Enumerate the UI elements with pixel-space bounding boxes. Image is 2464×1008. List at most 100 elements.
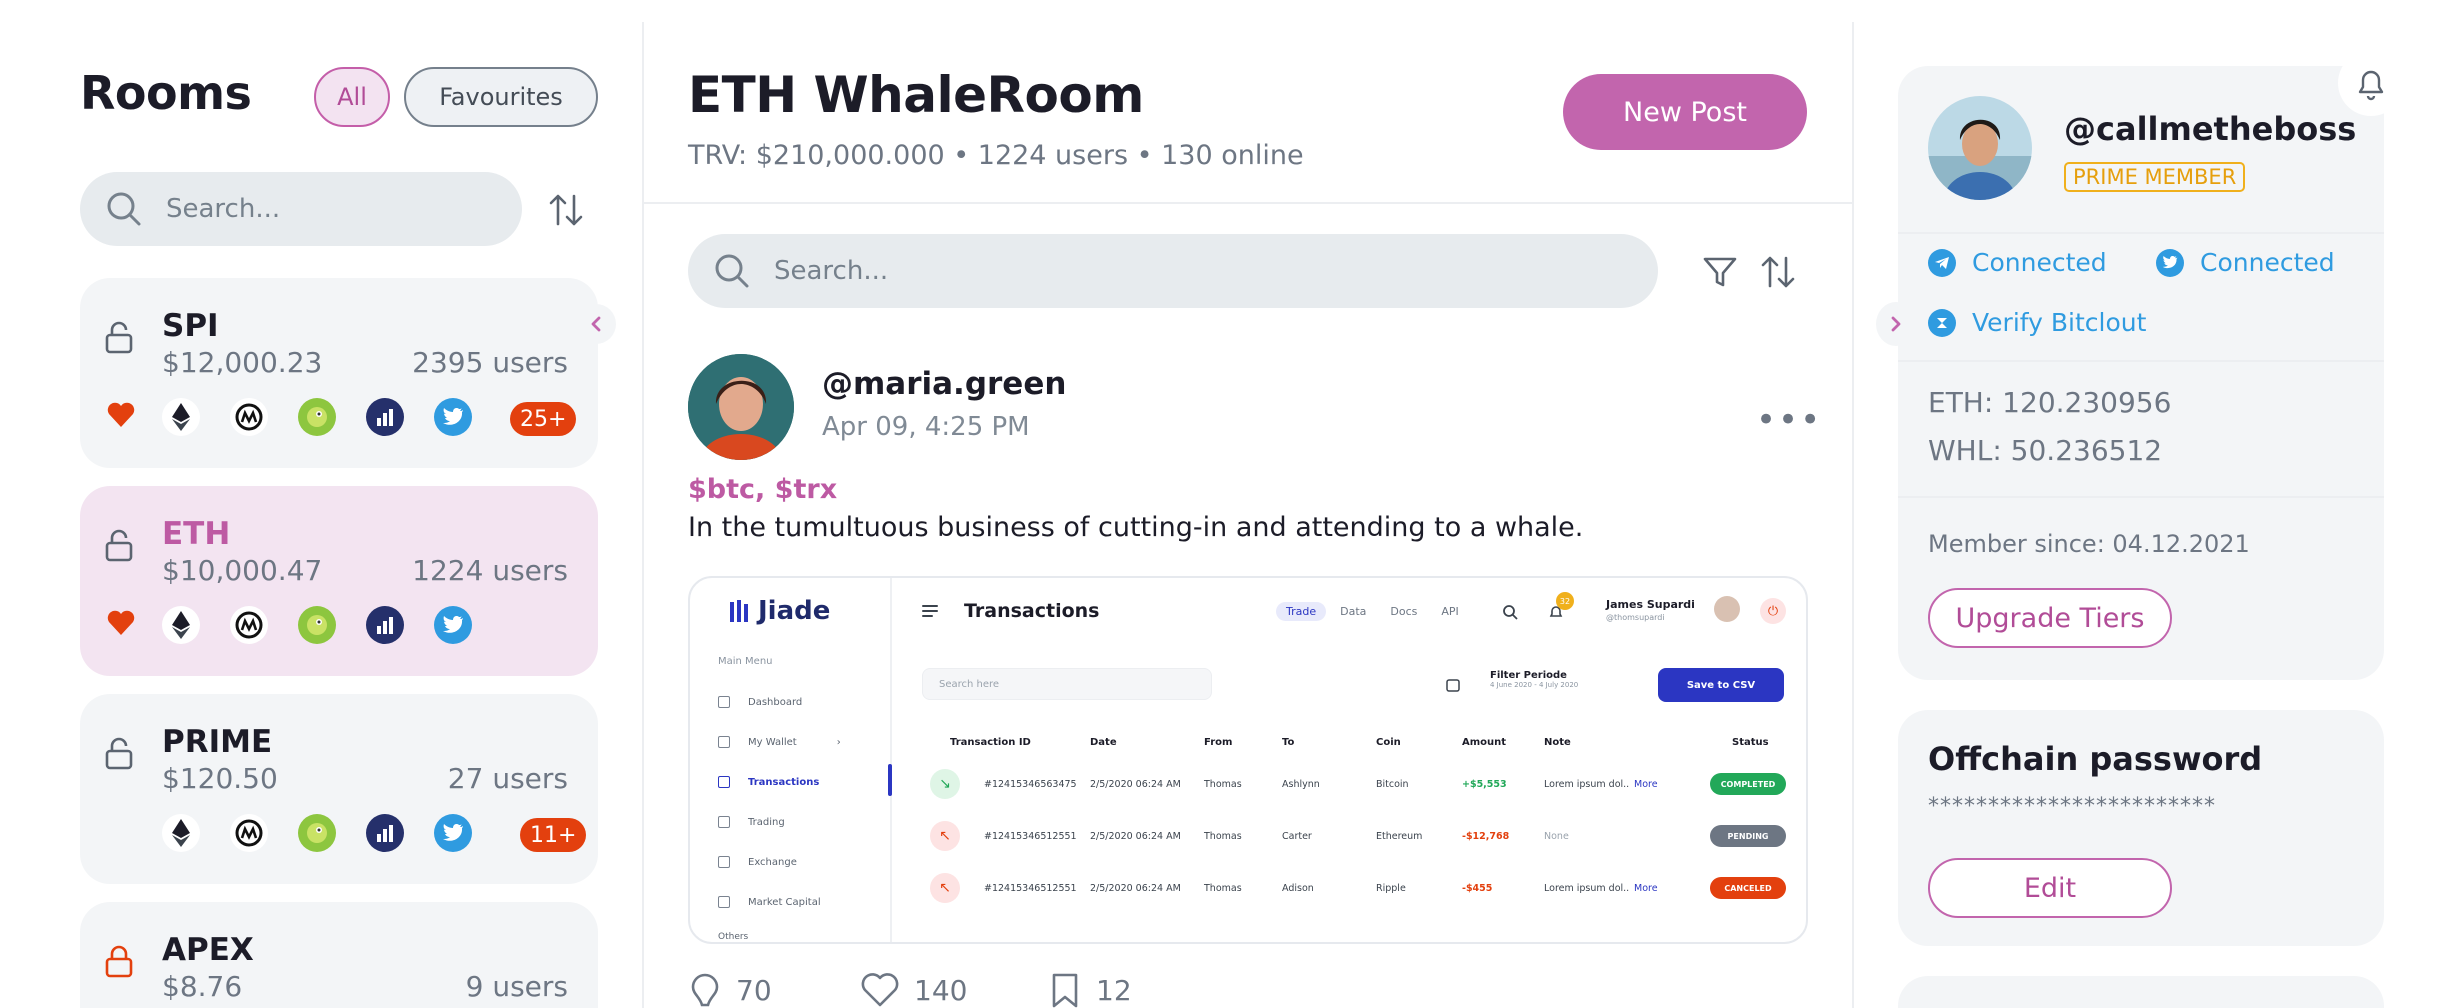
table-header: Transaction ID Date From To Coin Amount … [950,736,1769,748]
new-post-button[interactable]: New Post [1563,74,1807,150]
saves-count: 12 [1096,973,1132,1007]
heart-icon[interactable] [106,608,136,638]
embedded-nav-market: Market Capital [718,896,821,908]
menu-icon [922,605,938,617]
lock-open-icon [105,321,133,354]
offchain-title: Offchain password [1928,740,2263,778]
edit-password-button[interactable]: Edit [1928,858,2172,918]
profile-divider [1898,232,2384,234]
ethereum-icon [162,606,200,644]
rooms-title: Rooms [80,66,252,120]
sort-icon[interactable] [1758,252,1798,292]
left-divider [642,22,644,1008]
embedded-notif-badge: 32 [1556,592,1574,610]
prime-member-badge: PRIME MEMBER [2064,162,2246,192]
jiade-logo-icon [730,600,748,622]
rooms-search-input[interactable]: Search... [80,172,522,246]
comment-icon [691,973,719,1007]
bookmark-icon [1052,973,1078,1008]
member-since: Member since: 04.12.2021 [1928,530,2250,558]
search-icon [107,192,141,226]
sort-icon[interactable] [546,190,586,230]
coingecko-icon [298,398,336,436]
filter-icon[interactable] [1700,252,1740,292]
embedded-avatar [1714,596,1740,622]
power-icon: ⏻ [1760,598,1786,624]
embedded-search: Search here [922,668,1212,700]
room-price: $120.50 [162,762,278,795]
post-text: In the tumultuous business of cutting-in… [688,512,1584,543]
telegram-connection[interactable]: Connected [1928,248,2107,277]
room-card-prime[interactable]: PRIME $120.50 27 users 11+ [80,694,598,884]
table-row: ↖ #12415346512551 2/5/2020 06:24 AM Thom… [922,816,1792,856]
heart-icon[interactable] [106,400,136,430]
save-action[interactable]: 12 [1048,972,1132,1008]
lock-open-icon [105,737,133,770]
filter-all-button[interactable]: All [314,67,390,127]
header-divider [644,202,1852,204]
coingecko-icon [298,606,336,644]
upgrade-tiers-button[interactable]: Upgrade Tiers [1928,588,2172,648]
search-icon [715,254,749,288]
room-name: APEX [162,932,254,968]
notifications-button[interactable] [2338,50,2404,116]
twitter-icon [434,814,472,852]
room-card-spi[interactable]: SPI $12,000.23 2395 users 25+ [80,278,598,468]
room-users: 9 users [465,970,568,1003]
room-price: $8.76 [162,970,243,1003]
embedded-nav-dashboard: Dashboard [718,696,802,708]
app: Rooms All Favourites Search... SPI $12,0… [0,0,2464,1008]
lock-open-icon [105,529,133,562]
bell-icon [2358,70,2384,101]
author-username[interactable]: @maria.green [822,366,1066,402]
rooms-search-placeholder: Search... [166,194,281,224]
embedded-active-indicator [888,764,892,796]
room-card-eth[interactable]: ETH $10,000.47 1224 users [80,486,598,676]
feed-search-input[interactable]: Search... [688,234,1658,308]
coinmarketcap-icon [230,398,268,436]
room-users: 2395 users [412,346,568,379]
author-avatar[interactable] [688,354,794,460]
embedded-nav-exchange: Exchange [718,856,797,868]
twitter-connection[interactable]: Connected [2156,248,2335,277]
verify-bitclout-link[interactable]: Verify Bitclout [1928,308,2146,337]
embedded-sidebar: Jiade Main Menu Dashboard My Wallet › Tra… [690,578,892,942]
room-badge: 11+ [520,818,587,852]
feed-search-placeholder: Search... [774,256,889,286]
embedded-user: James Supardi @thomsupardi [1606,598,1695,622]
post-image[interactable]: Jiade Main Menu Dashboard My Wallet › Tra… [688,576,1808,944]
comments-action[interactable]: 70 [688,972,772,1008]
room-price: $12,000.23 [162,346,323,379]
embedded-nav-others: Others [718,932,749,942]
coinmarketcap-icon [230,814,268,852]
calendar-icon [1446,679,1460,692]
collapse-rooms-button[interactable] [576,304,616,344]
post-tags[interactable]: $btc, $trx [688,474,837,505]
profile-avatar[interactable] [1928,96,2032,200]
table-row: ↖ #12415346512551 2/5/2020 06:24 AM Thom… [922,868,1792,908]
embedded-tabs: Trade Data Docs API [1276,602,1473,621]
comments-count: 70 [736,973,772,1007]
right-divider [1852,22,1854,1008]
embedded-logo: Jiade [728,596,830,626]
offchain-password: ************************ [1928,794,2216,819]
like-action[interactable]: 140 [860,972,967,1008]
more-options-icon[interactable]: ••• [1756,400,1822,440]
ethereum-icon [162,814,200,852]
search-icon [1503,605,1518,620]
bottom-card [1898,976,2384,1008]
embedded-nav-trading: Trading [718,816,785,828]
post-date: Apr 09, 4:25 PM [822,412,1030,442]
profile-divider [1898,496,2384,498]
room-card-apex[interactable]: APEX $8.76 9 users [80,902,598,1008]
lock-icon [105,945,133,978]
room-users: 27 users [447,762,568,795]
telegram-icon [1928,248,1956,277]
twitter-icon [2156,248,2184,277]
embedded-nav-transactions: Transactions [718,776,819,788]
table-row: ↘ #12415346563475 2/5/2020 06:24 AM Thom… [922,764,1792,804]
room-title: ETH WhaleRoom [688,66,1144,124]
filter-favourites-button[interactable]: Favourites [404,67,598,127]
room-badge: 25+ [510,402,577,436]
expand-profile-button[interactable] [1876,302,1916,346]
